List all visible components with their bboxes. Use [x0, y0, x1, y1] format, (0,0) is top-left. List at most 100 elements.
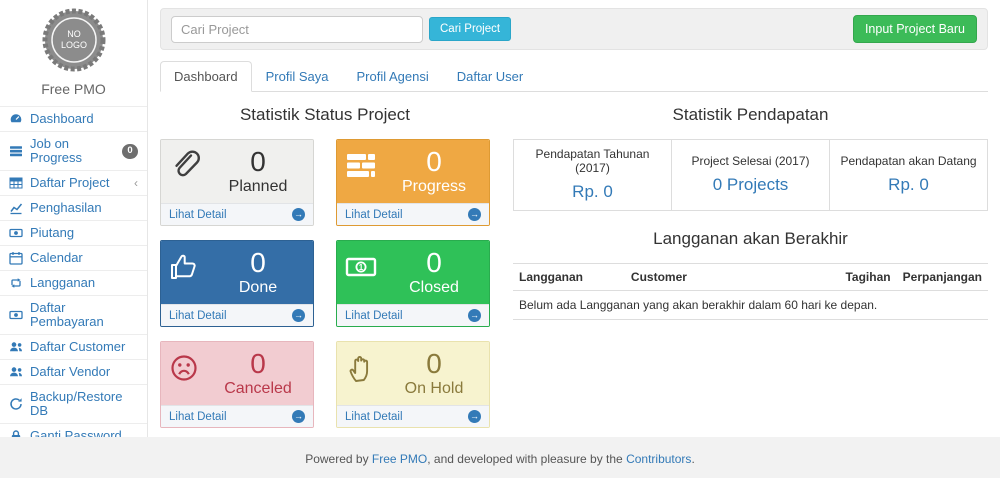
dashboard-columns: Statistik Status Project 0 Planned: [160, 92, 988, 428]
col-header-perpanjangan: Perpanjangan: [897, 264, 988, 291]
tab-bar: Dashboard Profil Saya Profil Agensi Daft…: [160, 61, 988, 92]
income-header: Project Selesai (2017): [676, 154, 825, 168]
arrow-circle-icon: →: [468, 410, 481, 423]
progress-label: Progress: [387, 177, 481, 196]
planned-label: Planned: [211, 177, 305, 196]
tab-profil-agensi[interactable]: Profil Agensi: [342, 61, 442, 92]
card-progress: 0 Progress Lihat Detail →: [336, 139, 490, 226]
done-detail-link[interactable]: Lihat Detail →: [161, 304, 313, 326]
sidebar-menu: Dashboard Job on Progress 0 Daftar Proje…: [0, 106, 147, 474]
sidebar-item-dashboard[interactable]: Dashboard: [0, 106, 147, 131]
sidebar-item-calendar[interactable]: Calendar: [0, 245, 147, 270]
status-cards: 0 Planned Lihat Detail →: [160, 139, 490, 428]
sidebar-item-daftar-project[interactable]: Daftar Project ‹: [0, 170, 147, 195]
sidebar-item-label: Daftar Vendor: [30, 365, 110, 379]
sidebar-item-daftar-pembayaran[interactable]: Daftar Pembayaran: [0, 295, 147, 334]
footer-text-prefix: Powered by: [305, 452, 372, 466]
sidebar: NO LOGO Free PMO Dashboard Job on Progre…: [0, 0, 148, 437]
planned-count: 0: [211, 147, 305, 177]
paperclip-icon: [169, 147, 211, 201]
brand-name: Free PMO: [0, 77, 147, 106]
sidebar-item-daftar-customer[interactable]: Daftar Customer: [0, 334, 147, 359]
col-header-langganan: Langganan: [513, 264, 625, 291]
tab-dashboard[interactable]: Dashboard: [160, 61, 252, 92]
sidebar-item-daftar-vendor[interactable]: Daftar Vendor: [0, 359, 147, 384]
sidebar-item-backup-restore-db[interactable]: Backup/Restore DB: [0, 384, 147, 423]
dashboard-icon: [9, 112, 23, 126]
job-count-badge: 0: [122, 144, 138, 159]
tasks-icon: [345, 147, 387, 201]
arrow-circle-icon: →: [468, 309, 481, 322]
sidebar-item-label: Piutang: [30, 226, 74, 240]
closed-count: 0: [387, 248, 481, 278]
sidebar-item-label: Penghasilan: [30, 201, 102, 215]
users-icon: [9, 340, 23, 354]
card-on-hold: 0 On Hold Lihat Detail →: [336, 341, 490, 428]
table-row: Belum ada Langganan yang akan berakhir d…: [513, 291, 988, 320]
done-label: Done: [211, 278, 305, 297]
sidebar-item-piutang[interactable]: Piutang: [0, 220, 147, 245]
line-chart-icon: [9, 201, 23, 215]
sidebar-item-label: Dashboard: [30, 112, 94, 126]
search-input[interactable]: [171, 16, 423, 43]
arrow-circle-icon: →: [292, 309, 305, 322]
sidebar-item-label: Daftar Pembayaran: [30, 301, 138, 329]
chevron-left-icon: ‹: [134, 178, 138, 188]
svg-text:NO: NO: [67, 29, 81, 39]
sidebar-item-job-on-progress[interactable]: Job on Progress 0: [0, 131, 147, 170]
card-closed: 1 0 Closed Lihat Detail →: [336, 240, 490, 327]
income-section-title: Statistik Pendapatan: [513, 105, 988, 125]
income-value-upcoming[interactable]: Rp. 0: [834, 175, 983, 195]
income-value-yearly[interactable]: Rp. 0: [518, 182, 667, 202]
subscription-section-title: Langganan akan Berakhir: [513, 229, 988, 249]
hand-icon: [345, 349, 387, 403]
tab-daftar-user[interactable]: Daftar User: [443, 61, 537, 92]
footer-text-middle: , and developed with pleasure by the: [427, 452, 626, 466]
retweet-icon: [9, 276, 23, 290]
main-area: NO LOGO Free PMO Dashboard Job on Progre…: [0, 0, 1000, 437]
income-cell-finished: Project Selesai (2017) 0 Projects: [672, 140, 830, 211]
no-logo-badge: NO LOGO: [0, 0, 147, 77]
sidebar-item-langganan[interactable]: Langganan: [0, 270, 147, 295]
search-button[interactable]: Cari Project: [429, 17, 511, 41]
money-icon: [9, 308, 23, 322]
done-count: 0: [211, 248, 305, 278]
closed-label: Closed: [387, 278, 481, 297]
sidebar-item-label: Daftar Customer: [30, 340, 125, 354]
free-pmo-link[interactable]: Free PMO: [372, 452, 427, 466]
income-value-finished[interactable]: 0 Projects: [676, 175, 825, 195]
sidebar-item-penghasilan[interactable]: Penghasilan: [0, 195, 147, 220]
sidebar-item-label: Job on Progress: [30, 137, 115, 165]
money-icon: [9, 226, 23, 240]
card-planned: 0 Planned Lihat Detail →: [160, 139, 314, 226]
planned-detail-link[interactable]: Lihat Detail →: [161, 203, 313, 225]
closed-detail-link[interactable]: Lihat Detail →: [337, 304, 489, 326]
onhold-detail-link[interactable]: Lihat Detail →: [337, 405, 489, 427]
income-header: Pendapatan akan Datang: [834, 154, 983, 168]
empty-subscription-message: Belum ada Langganan yang akan berakhir d…: [513, 291, 988, 320]
input-project-baru-button[interactable]: Input Project Baru: [853, 15, 977, 43]
progress-detail-link[interactable]: Lihat Detail →: [337, 203, 489, 225]
users-icon: [9, 365, 23, 379]
arrow-circle-icon: →: [292, 208, 305, 221]
thumbs-up-icon: [169, 248, 211, 302]
col-header-customer: Customer: [625, 264, 835, 291]
card-canceled: 0 Canceled Lihat Detail →: [160, 341, 314, 428]
card-done: 0 Done Lihat Detail →: [160, 240, 314, 327]
sidebar-item-label: Backup/Restore DB: [30, 390, 138, 418]
canceled-count: 0: [211, 349, 305, 379]
svg-text:LOGO: LOGO: [60, 40, 86, 50]
tasks-icon: [9, 144, 23, 158]
income-table: Pendapatan Tahunan (2017) Rp. 0 Project …: [513, 139, 988, 211]
canceled-detail-link[interactable]: Lihat Detail →: [161, 405, 313, 427]
frown-icon: [169, 349, 211, 403]
footer: Powered by Free PMO, and developed with …: [0, 437, 1000, 478]
income-cell-upcoming: Pendapatan akan Datang Rp. 0: [830, 140, 988, 211]
app: NO LOGO Free PMO Dashboard Job on Progre…: [0, 0, 1000, 478]
contributors-link[interactable]: Contributors: [626, 452, 691, 466]
refresh-icon: [9, 397, 23, 411]
tab-profil-saya[interactable]: Profil Saya: [252, 61, 343, 92]
search-bar: Cari Project Input Project Baru: [160, 8, 988, 50]
income-header: Pendapatan Tahunan (2017): [518, 147, 667, 175]
status-section-title: Statistik Status Project: [160, 105, 490, 125]
